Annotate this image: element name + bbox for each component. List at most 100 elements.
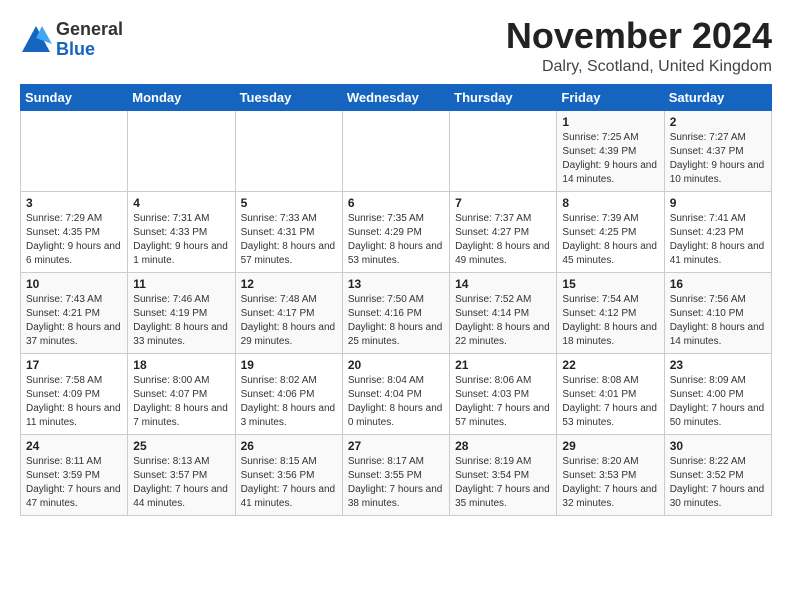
day-number: 16 bbox=[670, 277, 766, 291]
day-info: Sunrise: 7:52 AM Sunset: 4:14 PM Dayligh… bbox=[455, 294, 550, 347]
table-row bbox=[342, 110, 449, 191]
logo-general: General bbox=[56, 20, 123, 40]
table-row: 8 Sunrise: 7:39 AM Sunset: 4:25 PM Daylig… bbox=[557, 191, 664, 272]
day-info: Sunrise: 7:25 AM Sunset: 4:39 PM Dayligh… bbox=[562, 132, 657, 185]
col-sunday: Sunday bbox=[21, 84, 128, 110]
day-info: Sunrise: 8:15 AM Sunset: 3:56 PM Dayligh… bbox=[241, 456, 336, 509]
col-friday: Friday bbox=[557, 84, 664, 110]
logo-blue: Blue bbox=[56, 40, 123, 60]
table-row: 19 Sunrise: 8:02 AM Sunset: 4:06 PM Dayli… bbox=[235, 353, 342, 434]
table-row: 22 Sunrise: 8:08 AM Sunset: 4:01 PM Dayli… bbox=[557, 353, 664, 434]
day-info: Sunrise: 7:31 AM Sunset: 4:33 PM Dayligh… bbox=[133, 213, 228, 266]
table-row: 30 Sunrise: 8:22 AM Sunset: 3:52 PM Dayli… bbox=[664, 434, 771, 515]
day-number: 7 bbox=[455, 196, 551, 210]
table-row: 16Sunrise: 7:56 AM Sunset: 4:10 PM Dayli… bbox=[664, 272, 771, 353]
day-number: 19 bbox=[241, 358, 337, 372]
table-row: 9 Sunrise: 7:41 AM Sunset: 4:23 PM Daylig… bbox=[664, 191, 771, 272]
location: Dalry, Scotland, United Kingdom bbox=[506, 58, 772, 76]
table-row: 29Sunrise: 8:20 AM Sunset: 3:53 PM Dayli… bbox=[557, 434, 664, 515]
day-number: 14 bbox=[455, 277, 551, 291]
day-number: 28 bbox=[455, 439, 551, 453]
day-info: Sunrise: 8:22 AM Sunset: 3:52 PM Dayligh… bbox=[670, 456, 765, 509]
day-info: Sunrise: 7:29 AM Sunset: 4:35 PM Dayligh… bbox=[26, 213, 121, 266]
day-info: Sunrise: 8:20 AM Sunset: 3:53 PM Dayligh… bbox=[562, 456, 657, 509]
day-number: 4 bbox=[133, 196, 229, 210]
day-number: 18 bbox=[133, 358, 229, 372]
table-row: 17Sunrise: 7:58 AM Sunset: 4:09 PM Dayli… bbox=[21, 353, 128, 434]
table-row: 28 Sunrise: 8:19 AM Sunset: 3:54 PM Dayli… bbox=[450, 434, 557, 515]
table-row: 11Sunrise: 7:46 AM Sunset: 4:19 PM Dayli… bbox=[128, 272, 235, 353]
table-row bbox=[235, 110, 342, 191]
table-row: 25 Sunrise: 8:13 AM Sunset: 3:57 PM Dayli… bbox=[128, 434, 235, 515]
table-row: 4 Sunrise: 7:31 AM Sunset: 4:33 PM Daylig… bbox=[128, 191, 235, 272]
title-block: November 2024 Dalry, Scotland, United Ki… bbox=[506, 16, 772, 76]
day-info: Sunrise: 7:54 AM Sunset: 4:12 PM Dayligh… bbox=[562, 294, 657, 347]
calendar-header: Sunday Monday Tuesday Wednesday Thursday… bbox=[21, 84, 772, 110]
col-thursday: Thursday bbox=[450, 84, 557, 110]
day-number: 17 bbox=[26, 358, 122, 372]
day-number: 22 bbox=[562, 358, 658, 372]
day-number: 30 bbox=[670, 439, 766, 453]
day-number: 13 bbox=[348, 277, 444, 291]
day-number: 20 bbox=[348, 358, 444, 372]
col-wednesday: Wednesday bbox=[342, 84, 449, 110]
table-row: 24Sunrise: 8:11 AM Sunset: 3:59 PM Dayli… bbox=[21, 434, 128, 515]
table-row: 15 Sunrise: 7:54 AM Sunset: 4:12 PM Dayli… bbox=[557, 272, 664, 353]
table-row: 27 Sunrise: 8:17 AM Sunset: 3:55 PM Dayli… bbox=[342, 434, 449, 515]
day-number: 10 bbox=[26, 277, 122, 291]
day-number: 3 bbox=[26, 196, 122, 210]
day-info: Sunrise: 8:11 AM Sunset: 3:59 PM Dayligh… bbox=[26, 456, 121, 509]
day-info: Sunrise: 7:43 AM Sunset: 4:21 PM Dayligh… bbox=[26, 294, 121, 347]
logo-icon bbox=[20, 24, 52, 56]
day-info: Sunrise: 8:13 AM Sunset: 3:57 PM Dayligh… bbox=[133, 456, 228, 509]
day-number: 8 bbox=[562, 196, 658, 210]
col-monday: Monday bbox=[128, 84, 235, 110]
table-row: 26 Sunrise: 8:15 AM Sunset: 3:56 PM Dayli… bbox=[235, 434, 342, 515]
day-number: 26 bbox=[241, 439, 337, 453]
day-number: 21 bbox=[455, 358, 551, 372]
calendar-body: 1Sunrise: 7:25 AM Sunset: 4:39 PM Daylig… bbox=[21, 110, 772, 515]
day-info: Sunrise: 8:08 AM Sunset: 4:01 PM Dayligh… bbox=[562, 375, 657, 428]
day-info: Sunrise: 7:41 AM Sunset: 4:23 PM Dayligh… bbox=[670, 213, 765, 266]
table-row: 6 Sunrise: 7:35 AM Sunset: 4:29 PM Daylig… bbox=[342, 191, 449, 272]
day-number: 27 bbox=[348, 439, 444, 453]
day-number: 23 bbox=[670, 358, 766, 372]
table-row: 18 Sunrise: 8:00 AM Sunset: 4:07 PM Dayli… bbox=[128, 353, 235, 434]
day-info: Sunrise: 8:02 AM Sunset: 4:06 PM Dayligh… bbox=[241, 375, 336, 428]
table-row: 2Sunrise: 7:27 AM Sunset: 4:37 PM Daylig… bbox=[664, 110, 771, 191]
calendar-page: General Blue November 2024 Dalry, Scotla… bbox=[0, 0, 792, 526]
day-number: 25 bbox=[133, 439, 229, 453]
table-row bbox=[450, 110, 557, 191]
day-info: Sunrise: 8:00 AM Sunset: 4:07 PM Dayligh… bbox=[133, 375, 228, 428]
logo: General Blue bbox=[20, 20, 123, 60]
day-info: Sunrise: 7:37 AM Sunset: 4:27 PM Dayligh… bbox=[455, 213, 550, 266]
day-number: 9 bbox=[670, 196, 766, 210]
table-row: 14 Sunrise: 7:52 AM Sunset: 4:14 PM Dayli… bbox=[450, 272, 557, 353]
table-row: 1Sunrise: 7:25 AM Sunset: 4:39 PM Daylig… bbox=[557, 110, 664, 191]
table-row bbox=[128, 110, 235, 191]
col-saturday: Saturday bbox=[664, 84, 771, 110]
table-row bbox=[21, 110, 128, 191]
day-number: 6 bbox=[348, 196, 444, 210]
day-info: Sunrise: 7:27 AM Sunset: 4:37 PM Dayligh… bbox=[670, 132, 765, 185]
day-number: 12 bbox=[241, 277, 337, 291]
day-info: Sunrise: 7:35 AM Sunset: 4:29 PM Dayligh… bbox=[348, 213, 443, 266]
day-info: Sunrise: 7:50 AM Sunset: 4:16 PM Dayligh… bbox=[348, 294, 443, 347]
day-info: Sunrise: 8:17 AM Sunset: 3:55 PM Dayligh… bbox=[348, 456, 443, 509]
logo-text: General Blue bbox=[56, 20, 123, 60]
day-number: 5 bbox=[241, 196, 337, 210]
day-number: 15 bbox=[562, 277, 658, 291]
day-info: Sunrise: 8:04 AM Sunset: 4:04 PM Dayligh… bbox=[348, 375, 443, 428]
table-row: 5 Sunrise: 7:33 AM Sunset: 4:31 PM Daylig… bbox=[235, 191, 342, 272]
day-info: Sunrise: 7:33 AM Sunset: 4:31 PM Dayligh… bbox=[241, 213, 336, 266]
day-info: Sunrise: 8:19 AM Sunset: 3:54 PM Dayligh… bbox=[455, 456, 550, 509]
calendar-table: Sunday Monday Tuesday Wednesday Thursday… bbox=[20, 84, 772, 516]
day-info: Sunrise: 7:48 AM Sunset: 4:17 PM Dayligh… bbox=[241, 294, 336, 347]
table-row: 10 Sunrise: 7:43 AM Sunset: 4:21 PM Dayli… bbox=[21, 272, 128, 353]
table-row: 12 Sunrise: 7:48 AM Sunset: 4:17 PM Dayli… bbox=[235, 272, 342, 353]
day-info: Sunrise: 7:39 AM Sunset: 4:25 PM Dayligh… bbox=[562, 213, 657, 266]
header: General Blue November 2024 Dalry, Scotla… bbox=[20, 16, 772, 76]
table-row: 23 Sunrise: 8:09 AM Sunset: 4:00 PM Dayli… bbox=[664, 353, 771, 434]
day-number: 11 bbox=[133, 277, 229, 291]
day-info: Sunrise: 8:09 AM Sunset: 4:00 PM Dayligh… bbox=[670, 375, 765, 428]
